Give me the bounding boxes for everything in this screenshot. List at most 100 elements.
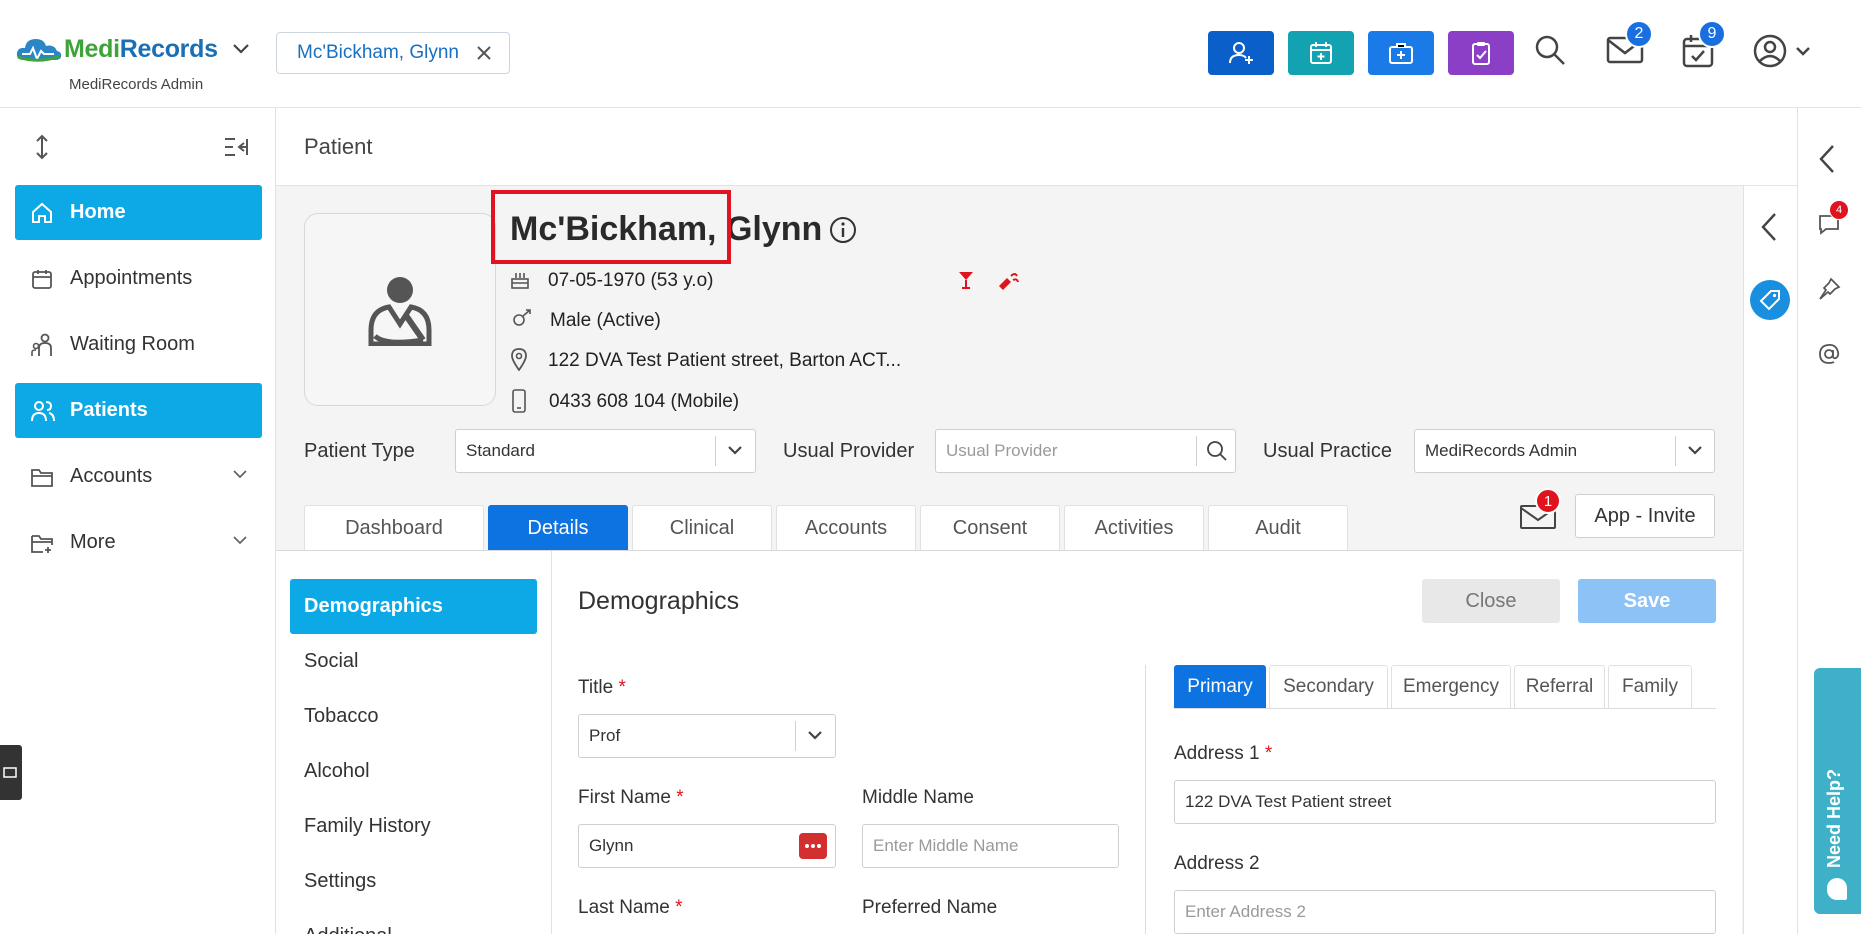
middle-name-label: Middle Name <box>862 787 974 808</box>
usual-practice-value: MediRecords Admin <box>1425 441 1578 460</box>
tab-activities[interactable]: Activities <box>1064 505 1204 551</box>
medirecords-logo[interactable]: MediRecords <box>14 34 218 64</box>
page-title: Patient <box>304 134 373 159</box>
address1-field[interactable]: 122 DVA Test Patient street <box>1174 780 1716 824</box>
subnav-alcohol[interactable]: Alcohol <box>290 744 537 799</box>
usual-practice-select[interactable]: MediRecords Admin <box>1414 429 1715 473</box>
middle-name-field[interactable]: Enter Middle Name <box>862 824 1119 868</box>
task-button[interactable] <box>1448 31 1514 75</box>
chevron-left-icon[interactable] <box>1818 144 1836 174</box>
tab-dashboard[interactable]: Dashboard <box>304 505 484 551</box>
need-help-label: Need Help? <box>1824 768 1844 868</box>
mail-badge: 2 <box>1625 20 1653 48</box>
pin-icon[interactable] <box>1817 277 1841 301</box>
folder-icon <box>30 466 56 488</box>
patient-arm-sling-icon <box>368 276 432 346</box>
chevron-down-icon <box>1687 444 1703 456</box>
search-icon[interactable] <box>1206 440 1228 462</box>
mention-icon[interactable] <box>1817 342 1841 366</box>
tab-family[interactable]: Family <box>1608 665 1692 709</box>
tab-secondary[interactable]: Secondary <box>1269 665 1388 709</box>
address2-placeholder: Enter Address 2 <box>1185 902 1306 921</box>
cloud-logo-icon <box>16 39 62 62</box>
side-drawer-handle[interactable] <box>0 745 22 800</box>
practice-switch-chevron-icon[interactable] <box>232 43 250 55</box>
close-icon[interactable] <box>475 44 493 62</box>
save-button[interactable]: Save <box>1578 579 1716 623</box>
location-pin-icon <box>510 347 528 371</box>
password-manager-icon[interactable] <box>799 833 827 859</box>
sidebar-item-appointments[interactable]: Appointments <box>15 251 262 306</box>
tab-consent[interactable]: Consent <box>920 505 1060 551</box>
sidebar-item-more[interactable]: More <box>15 515 262 570</box>
tab-primary[interactable]: Primary <box>1174 665 1266 709</box>
search-icon[interactable] <box>1532 32 1568 68</box>
help-chat-icon <box>1827 878 1847 900</box>
usual-practice-label: Usual Practice <box>1263 440 1392 462</box>
address2-label: Address 2 <box>1174 853 1260 874</box>
address2-field[interactable]: Enter Address 2 <box>1174 890 1716 934</box>
title-label: Title * <box>578 677 626 698</box>
sidebar-item-label: Waiting Room <box>70 333 195 355</box>
top-bar: MediRecords MediRecords Admin Mc'Bickham… <box>0 0 1861 108</box>
add-user-icon <box>1229 42 1253 64</box>
info-icon[interactable] <box>828 215 858 245</box>
chevron-down-icon <box>232 469 248 479</box>
sidebar-item-home[interactable]: Home <box>15 185 262 240</box>
expand-vertical-icon[interactable] <box>32 134 52 160</box>
patient-tabs: Dashboard Details Clinical Accounts Cons… <box>304 505 1352 551</box>
last-name-label: Last Name * <box>578 897 683 918</box>
calendar-icon <box>30 267 56 291</box>
tab-emergency[interactable]: Emergency <box>1391 665 1511 709</box>
subnav-demographics[interactable]: Demographics <box>290 579 537 634</box>
subnav-social[interactable]: Social <box>290 634 537 689</box>
print-icon <box>3 767 17 778</box>
highlight-annotation <box>491 190 731 264</box>
tab-referral[interactable]: Referral <box>1514 665 1605 709</box>
tab-audit[interactable]: Audit <box>1208 505 1348 551</box>
folder-plus-icon <box>30 532 56 554</box>
sidebar-item-waiting-room[interactable]: Waiting Room <box>15 317 262 372</box>
sidebar-item-accounts[interactable]: Accounts <box>15 449 262 504</box>
patient-dob: 07-05-1970 (53 y.o) <box>548 270 714 291</box>
address-tabs: Primary Secondary Emergency Referral Fam… <box>1174 665 1695 709</box>
app-invite-button[interactable]: App - Invite <box>1575 494 1715 538</box>
calendar-add-icon <box>1310 42 1332 64</box>
first-name-field[interactable]: Glynn <box>578 824 836 868</box>
patient-type-value: Standard <box>466 441 535 460</box>
subnav-tobacco[interactable]: Tobacco <box>290 689 537 744</box>
tag-icon[interactable] <box>1750 280 1790 320</box>
collapse-sidebar-icon[interactable] <box>223 136 249 158</box>
add-appointment-button[interactable] <box>1288 31 1354 75</box>
sidebar-item-label: Accounts <box>70 465 153 487</box>
calendar-badge: 9 <box>1698 20 1726 48</box>
user-account-menu[interactable] <box>1752 32 1816 70</box>
subnav-settings[interactable]: Settings <box>290 854 537 909</box>
sidebar: Home Appointments Waiting Room Patients … <box>0 108 276 934</box>
message-badge: 1 <box>1535 488 1561 514</box>
tab-details[interactable]: Details <box>488 505 628 551</box>
patient-type-select[interactable]: Standard <box>455 429 756 473</box>
patient-avatar[interactable] <box>304 213 496 406</box>
need-help-button[interactable]: Need Help? <box>1814 668 1861 914</box>
sidebar-item-patients[interactable]: Patients <box>15 383 262 438</box>
add-medical-button[interactable] <box>1368 31 1434 75</box>
chevron-down-icon <box>727 444 743 456</box>
mobile-phone-icon <box>512 389 526 413</box>
first-name-value: Glynn <box>589 836 634 855</box>
add-patient-button[interactable] <box>1208 31 1274 75</box>
gender-icon <box>510 308 534 330</box>
title-select[interactable]: Prof <box>578 714 836 758</box>
chevron-left-icon[interactable] <box>1760 212 1778 242</box>
address1-value: 122 DVA Test Patient street <box>1185 792 1392 811</box>
usual-provider-placeholder: Usual Provider <box>946 441 1058 460</box>
open-patient-chip[interactable]: Mc'Bickham, Glynn <box>276 32 510 74</box>
usual-provider-input[interactable]: Usual Provider <box>935 429 1236 473</box>
subnav-family-history[interactable]: Family History <box>290 799 537 854</box>
tab-accounts[interactable]: Accounts <box>776 505 916 551</box>
subnav-additional[interactable]: Additional <box>290 909 537 934</box>
preferred-name-label: Preferred Name <box>862 897 998 918</box>
close-button[interactable]: Close <box>1422 579 1560 623</box>
waiting-room-icon <box>30 332 56 358</box>
tab-clinical[interactable]: Clinical <box>632 505 772 551</box>
